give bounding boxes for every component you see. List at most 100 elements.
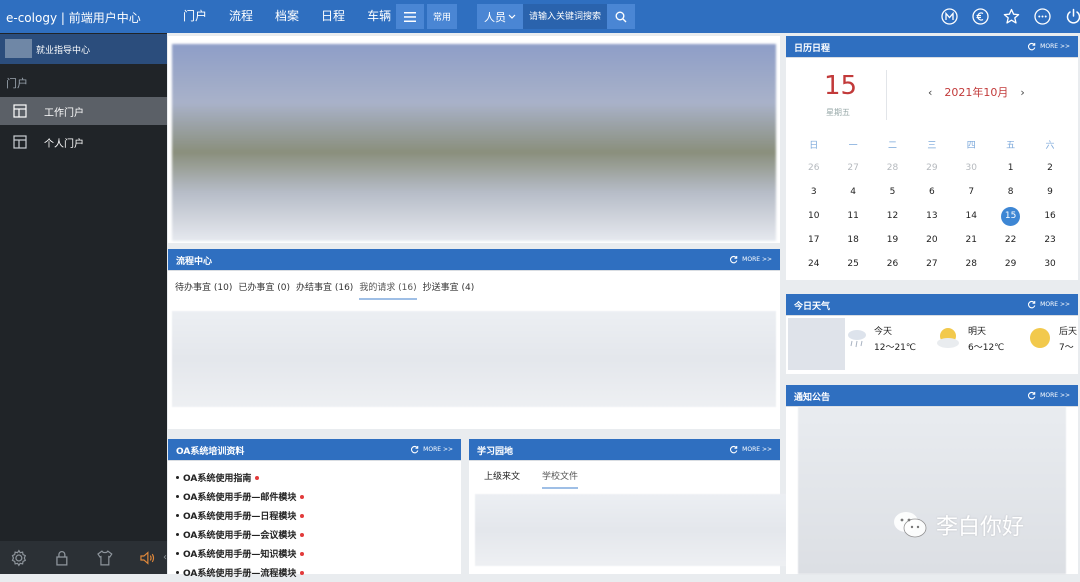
sun-icon	[1030, 328, 1050, 348]
collapse-icon[interactable]: ‹	[163, 552, 167, 563]
tab-done[interactable]: 已办事宜 (0)	[238, 280, 290, 300]
calendar-date[interactable]: 19	[873, 235, 912, 245]
calendar-date[interactable]: 9	[1030, 187, 1069, 197]
calendar-date[interactable]: 28	[873, 163, 912, 173]
calendar-date[interactable]: 27	[833, 163, 872, 173]
settings-icon[interactable]	[10, 548, 28, 567]
calendar-date[interactable]: 29	[991, 259, 1030, 269]
weather-more[interactable]: MORE >>	[1027, 300, 1070, 309]
refresh-icon[interactable]	[1027, 391, 1036, 400]
app-brand[interactable]: e-cology | 前端用户中心	[6, 9, 141, 26]
layout-icon	[13, 104, 27, 118]
list-item[interactable]: OA系统使用指南	[174, 468, 304, 487]
calendar-date[interactable]: 29	[912, 163, 951, 173]
calendar-date[interactable]: 26	[794, 163, 833, 173]
more-circle-icon[interactable]	[1034, 8, 1051, 25]
calendar-date[interactable]: 12	[873, 211, 912, 221]
common-button[interactable]: 常用	[427, 4, 457, 29]
search-button[interactable]	[607, 4, 635, 29]
calendar-date[interactable]: 30	[1030, 259, 1069, 269]
calendar-date[interactable]: 4	[833, 187, 872, 197]
calendar-date[interactable]: 2	[1030, 163, 1069, 173]
refresh-icon[interactable]	[729, 255, 738, 264]
calendar-date[interactable]: 14	[952, 211, 991, 221]
calendar-date[interactable]: 7	[952, 187, 991, 197]
power-icon[interactable]	[1065, 8, 1080, 25]
tab-finished[interactable]: 办结事宜 (16)	[296, 280, 353, 300]
more-link[interactable]: MORE >>	[1040, 43, 1070, 50]
calendar-date[interactable]: 30	[952, 163, 991, 173]
workflow-more[interactable]: MORE >>	[729, 255, 772, 264]
top-bar: e-cology | 前端用户中心 门户 流程 档案 日程 车辆 常用 人员	[0, 0, 1080, 33]
calendar-date[interactable]: 21	[952, 235, 991, 245]
calendar-date[interactable]: 5	[873, 187, 912, 197]
calendar-date[interactable]: 10	[794, 211, 833, 221]
more-link[interactable]: MORE >>	[423, 446, 453, 453]
calendar-date[interactable]: 6	[912, 187, 951, 197]
list-item[interactable]: OA系统使用手册—知识模块	[174, 544, 305, 563]
more-link[interactable]: MORE >>	[1040, 301, 1070, 308]
notice-more[interactable]: MORE >>	[1027, 391, 1070, 400]
nav-vehicle[interactable]: 车辆	[367, 7, 391, 24]
calendar-date[interactable]: 25	[833, 259, 872, 269]
weekhead: 日	[809, 140, 819, 151]
calendar-date[interactable]: 28	[952, 259, 991, 269]
list-item[interactable]: OA系统使用手册—邮件模块	[174, 487, 305, 506]
calendar-date[interactable]: 13	[912, 211, 951, 221]
sidebar-item-work-portal[interactable]: 工作门户	[0, 97, 167, 125]
study-more[interactable]: MORE >>	[729, 445, 772, 454]
nav-portal[interactable]: 门户	[183, 7, 207, 24]
list-item[interactable]: OA系统使用手册—日程模块	[174, 506, 305, 525]
banner-image[interactable]	[172, 44, 776, 241]
calendar-date[interactable]: 3	[794, 187, 833, 197]
calendar-date[interactable]: 15	[991, 206, 1030, 226]
calendar-date[interactable]: 20	[912, 235, 951, 245]
m-circle-icon[interactable]	[941, 8, 958, 25]
tab-todo[interactable]: 待办事宜 (10)	[175, 280, 232, 300]
tab-my-requests[interactable]: 我的请求 (16)	[359, 280, 417, 300]
calendar-date[interactable]: 1	[991, 163, 1030, 173]
list-item[interactable]: OA系统使用手册—流程模块	[174, 563, 305, 582]
refresh-icon[interactable]	[1027, 300, 1036, 309]
calendar-date[interactable]: 23	[1030, 235, 1069, 245]
star-icon[interactable]	[1003, 8, 1020, 25]
tab-superior-docs[interactable]: 上级来文	[484, 469, 520, 489]
nav-archive[interactable]: 档案	[275, 7, 299, 24]
calendar-weeks: 26 27 28 29 30 1 2 3 4 5 6 7 8 9 10 11 12 13 14 15 16 17 18 19 2…	[794, 156, 1070, 276]
search-input[interactable]	[523, 4, 607, 29]
calendar-date[interactable]: 11	[833, 211, 872, 221]
more-link[interactable]: MORE >>	[742, 256, 772, 263]
sidebar-item-personal-portal[interactable]: 个人门户	[0, 128, 167, 156]
calendar-more[interactable]: MORE >>	[1027, 42, 1070, 51]
calendar-date[interactable]: 24	[794, 259, 833, 269]
sidebar-header[interactable]: 就业指导中心	[0, 34, 167, 64]
calendar-date[interactable]: 8	[991, 187, 1030, 197]
more-link[interactable]: MORE >>	[1040, 392, 1070, 399]
calendar-date[interactable]: 18	[833, 235, 872, 245]
next-month-icon[interactable]: ›	[1020, 86, 1024, 99]
more-link[interactable]: MORE >>	[742, 446, 772, 453]
calendar-date[interactable]: 22	[991, 235, 1030, 245]
prev-month-icon[interactable]: ‹	[928, 86, 932, 99]
weather-panel: 今日天气 MORE >> 今天 12～21℃ 明天 6～12℃ 后天 7～	[786, 294, 1078, 374]
calendar-date[interactable]: 16	[1030, 211, 1069, 221]
list-item[interactable]: OA系统使用手册—会议模块	[174, 525, 305, 544]
refresh-icon[interactable]	[729, 445, 738, 454]
refresh-icon[interactable]	[1027, 42, 1036, 51]
lock-icon[interactable]	[53, 549, 71, 567]
calendar-date[interactable]: 17	[794, 235, 833, 245]
refresh-icon[interactable]	[410, 445, 419, 454]
calendar-date[interactable]: 26	[873, 259, 912, 269]
shirt-icon[interactable]	[96, 549, 114, 567]
calendar-weekheads: 日 一 二 三 四 五 六	[794, 132, 1070, 156]
speaker-icon[interactable]	[138, 549, 156, 567]
nav-schedule[interactable]: 日程	[321, 7, 345, 24]
oa-training-more[interactable]: MORE >>	[410, 445, 453, 454]
search-type-select[interactable]: 人员	[477, 4, 523, 29]
calendar-date[interactable]: 27	[912, 259, 951, 269]
nav-workflow[interactable]: 流程	[229, 7, 253, 24]
menu-button[interactable]	[396, 4, 424, 29]
euro-circle-icon[interactable]	[972, 8, 989, 25]
tab-school-docs[interactable]: 学校文件	[542, 469, 579, 489]
tab-cc[interactable]: 抄送事宜 (4)	[423, 280, 475, 300]
